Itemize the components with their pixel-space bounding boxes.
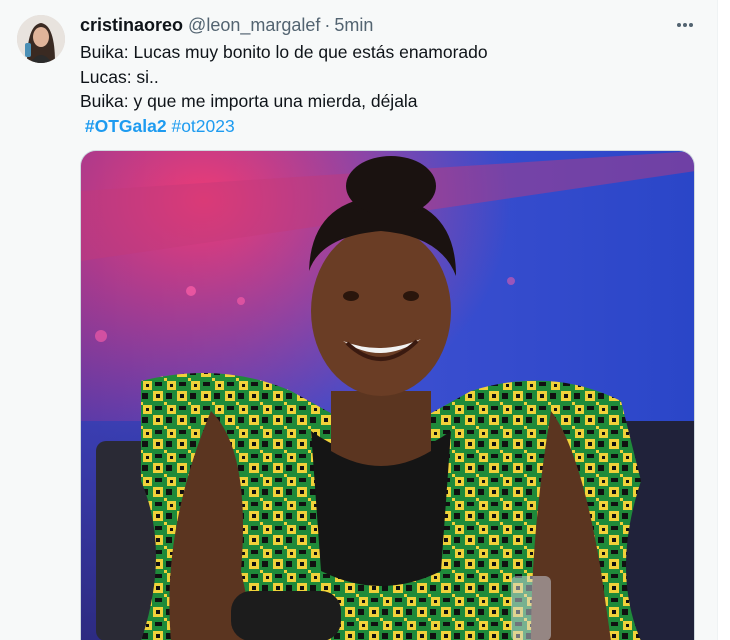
timestamp[interactable]: 5min [334,15,373,36]
tweet-line: Buika: Lucas muy bonito lo de que estás … [80,42,488,62]
user-handle[interactable]: @leon_margalef [188,15,320,36]
hashtag-ot2023[interactable]: #ot2023 [171,116,234,136]
display-name[interactable]: cristinaoreo [80,15,183,36]
avatar[interactable] [17,15,65,63]
more-horizontal-icon[interactable] [670,12,700,38]
hashtag-otgala2[interactable]: #OTGala2 [85,116,167,136]
hashtag-line: #OTGala2 #ot2023 [80,114,700,139]
tweet-header: cristinaoreo @leon_margalef · 5min [80,14,373,36]
tweet-line: Lucas: si.. [80,66,159,87]
separator: · [324,14,331,35]
photo-illustration [81,151,694,640]
tweet-card[interactable]: cristinaoreo @leon_margalef · 5min Buika… [0,0,718,640]
tweet-line: Buika: y que me importa una mierda, déja… [80,91,418,111]
tweet-media-photo[interactable] [80,150,695,640]
tweet-text: Buika: Lucas muy bonito lo de que estás … [80,40,700,138]
